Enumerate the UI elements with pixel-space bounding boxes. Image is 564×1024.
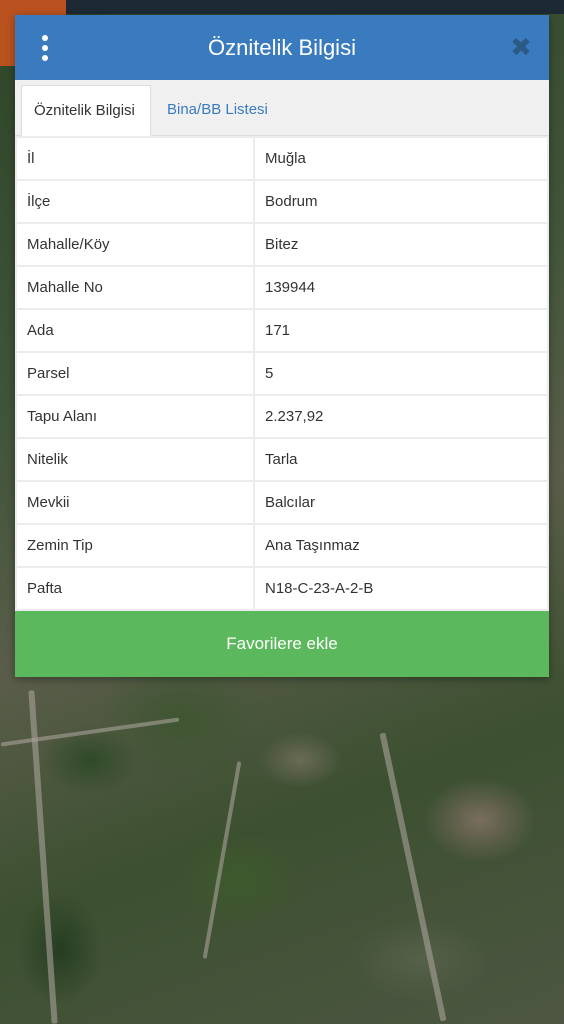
attribute-key: Nitelik [15, 437, 255, 482]
attribute-key: İlçe [15, 179, 255, 224]
tab-building-list[interactable]: Bina/BB Listesi [155, 85, 280, 135]
attribute-key: Tapu Alanı [15, 394, 255, 439]
dialog-header: Öznitelik Bilgisi ✖ [15, 15, 549, 80]
attribute-value: Balcılar [253, 480, 549, 525]
table-row: Tapu Alanı 2.237,92 [15, 394, 549, 439]
close-icon[interactable]: ✖ [509, 33, 533, 61]
attribute-value: Bodrum [253, 179, 549, 224]
attribute-key: Mevkii [15, 480, 255, 525]
table-row: Mahalle/Köy Bitez [15, 222, 549, 267]
attribute-value: 171 [253, 308, 549, 353]
table-row: Mevkii Balcılar [15, 480, 549, 525]
add-to-favorites-button[interactable]: Favorilere ekle [15, 611, 549, 677]
attribute-value: 139944 [253, 265, 549, 310]
attribute-key: İl [15, 136, 255, 181]
attribute-value: Ana Taşınmaz [253, 523, 549, 568]
app-toolbar [66, 0, 564, 14]
table-row: Zemin Tip Ana Taşınmaz [15, 523, 549, 568]
table-row: İlçe Bodrum [15, 179, 549, 224]
attribute-value: Tarla [253, 437, 549, 482]
attribute-info-dialog: Öznitelik Bilgisi ✖ Öznitelik Bilgisi Bi… [15, 15, 549, 677]
tab-bar: Öznitelik Bilgisi Bina/BB Listesi [15, 80, 549, 136]
attribute-value: N18-C-23-A-2-B [253, 566, 549, 611]
attribute-value: 2.237,92 [253, 394, 549, 439]
table-row: Mahalle No 139944 [15, 265, 549, 310]
dialog-title: Öznitelik Bilgisi [208, 34, 356, 60]
attribute-table: İl Muğla İlçe Bodrum Mahalle/Köy Bitez Mahalle… [15, 136, 549, 611]
attribute-key: Zemin Tip [15, 523, 255, 568]
attribute-key: Pafta [15, 566, 255, 611]
table-row: Nitelik Tarla [15, 437, 549, 482]
table-row: Ada 171 [15, 308, 549, 353]
tab-attribute-info[interactable]: Öznitelik Bilgisi [21, 85, 151, 136]
table-row: İl Muğla [15, 136, 549, 181]
attribute-value: Bitez [253, 222, 549, 267]
attribute-key: Mahalle No [15, 265, 255, 310]
table-row: Pafta N18-C-23-A-2-B [15, 566, 549, 611]
attribute-key: Parsel [15, 351, 255, 396]
attribute-value: Muğla [253, 136, 549, 181]
attribute-key: Ada [15, 308, 255, 353]
more-vertical-icon[interactable] [37, 35, 53, 61]
attribute-key: Mahalle/Köy [15, 222, 255, 267]
table-row: Parsel 5 [15, 351, 549, 396]
attribute-value: 5 [253, 351, 549, 396]
